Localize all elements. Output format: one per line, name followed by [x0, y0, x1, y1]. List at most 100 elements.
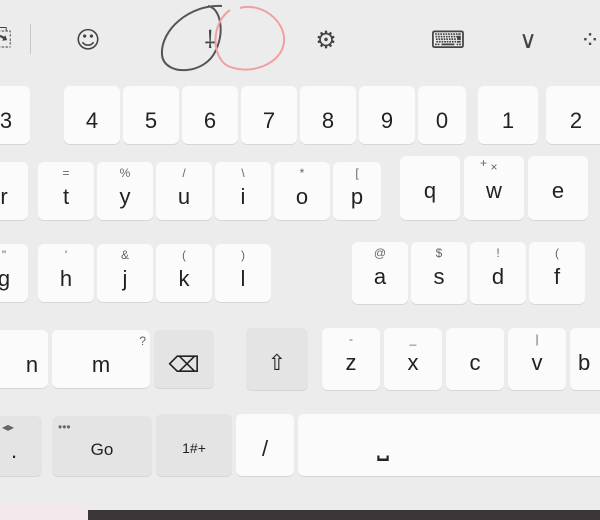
key-g[interactable]: " g [0, 244, 28, 302]
bottom-edge-bar [88, 510, 600, 520]
key-2[interactable]: 2 [546, 86, 600, 144]
key-label: 5 [144, 108, 158, 133]
key-7[interactable]: 7 [241, 86, 297, 144]
key-label: b [578, 350, 591, 375]
key-s[interactable]: $ s [411, 242, 467, 304]
key-r[interactable]: r [0, 162, 28, 220]
microphone-icon[interactable]: ⸸ [190, 25, 230, 55]
key-label: f [553, 264, 561, 289]
key-label: p [350, 184, 364, 209]
key-sublabel: " [1, 248, 7, 262]
key-4[interactable]: 4 [64, 86, 120, 144]
key-i[interactable]: \ i [215, 162, 271, 220]
key-label: 9 [380, 108, 394, 133]
key-9[interactable]: 9 [359, 86, 415, 144]
key-label: x [407, 350, 419, 375]
period-key[interactable]: ◂▸. [0, 416, 42, 476]
key-label: w [486, 178, 502, 203]
key-label: y [119, 184, 131, 209]
key-label: t [62, 184, 70, 209]
key-m[interactable]: ? m [52, 330, 150, 388]
key-q-sublabel: + [480, 156, 488, 170]
keyboard-layout-icon[interactable]: ⌨ [428, 25, 468, 55]
key-q[interactable]: q [400, 156, 460, 220]
keyboard-keys-area: 3 4 5 6 7 8 9 0 1 2 r = t % y / u \ i * o [p … [0, 78, 600, 520]
key-sublabel: \ [241, 166, 245, 180]
key-k[interactable]: (k [156, 244, 212, 302]
key-label: u [177, 184, 191, 209]
backspace-icon: ⌫ [168, 352, 200, 377]
key-label: i [240, 184, 246, 209]
key-sublabel: % [119, 166, 131, 180]
key-b[interactable]: b [570, 328, 600, 390]
clipboard-icon[interactable]: ⎘ [0, 22, 22, 52]
voice-typing-icon[interactable]: ⁘ [570, 25, 600, 55]
key-label: 8 [321, 108, 335, 133]
collapse-chevron-icon[interactable]: ∨ [508, 25, 548, 55]
go-label: Go [90, 440, 114, 459]
symbols-key[interactable]: 1#+ [156, 414, 232, 476]
key-label: 0 [435, 108, 449, 133]
key-label: 6 [203, 108, 217, 133]
bottom-left-strip [0, 505, 88, 520]
key-label: o [295, 184, 309, 209]
toolbar-divider [30, 24, 31, 54]
shift-icon: ⇧ [267, 350, 287, 375]
key-v[interactable]: | v [508, 328, 566, 390]
key-l[interactable]: ) l [215, 244, 271, 302]
key-p[interactable]: [p [333, 162, 381, 220]
key-z[interactable]: -z [322, 328, 380, 390]
key-label: 4 [85, 108, 99, 133]
key-f[interactable]: (f [529, 242, 585, 304]
key-j[interactable]: & j [97, 244, 153, 302]
shift-key[interactable]: ⇧ [246, 328, 308, 390]
key-d[interactable]: ! d [470, 242, 526, 304]
key-label: . [10, 438, 18, 463]
key-label: l [240, 266, 246, 291]
key-e[interactable]: e [528, 156, 588, 220]
key-h[interactable]: ' h [38, 244, 94, 302]
key-1[interactable]: 1 [478, 86, 538, 144]
key-sublabel: / [182, 166, 186, 180]
go-key[interactable]: ••• Go [52, 416, 152, 476]
key-c[interactable]: c [446, 328, 504, 390]
space-bar[interactable]: ⎵ [298, 414, 600, 476]
key-3[interactable]: 3 [0, 86, 30, 144]
key-t[interactable]: = t [38, 162, 94, 220]
key-sublabel: $ [435, 246, 443, 260]
key-label: 2 [569, 108, 583, 133]
key-w[interactable]: × w [464, 156, 524, 220]
key-sublabel: ( [182, 248, 186, 262]
key-label: v [531, 350, 543, 375]
key-x[interactable]: _ x [384, 328, 442, 390]
emoji-icon[interactable]: ☺ [68, 25, 108, 55]
key-sublabel: ( [555, 246, 559, 260]
key-6[interactable]: 6 [182, 86, 238, 144]
key-sublabel: & [120, 248, 129, 262]
key-0[interactable]: 0 [418, 86, 466, 144]
key-label: g [0, 266, 11, 291]
key-sublabel: _ [409, 332, 417, 346]
settings-gear-icon[interactable]: ⚙ [306, 25, 346, 55]
key-label: q [423, 178, 437, 203]
key-o[interactable]: * o [274, 162, 330, 220]
key-label: 7 [262, 108, 276, 133]
key-y[interactable]: % y [97, 162, 153, 220]
key-sublabel: @ [373, 246, 387, 260]
key-label: c [469, 350, 481, 375]
key-slash[interactable]: / [236, 414, 294, 476]
key-n[interactable]: n [0, 330, 48, 388]
symbols-label: 1#+ [182, 440, 206, 456]
key-label: 1 [501, 108, 515, 133]
key-sublabel: [ [355, 166, 359, 180]
key-5[interactable]: 5 [123, 86, 179, 144]
key-label: 3 [0, 108, 13, 133]
key-u[interactable]: / u [156, 162, 212, 220]
space-icon: ⎵ [377, 428, 389, 461]
key-8[interactable]: 8 [300, 86, 356, 144]
key-sublabel: | [535, 332, 539, 346]
key-label: h [59, 266, 73, 291]
key-a[interactable]: @ a [352, 242, 408, 304]
backspace-key[interactable]: ⌫ [154, 330, 214, 388]
key-label: d [491, 264, 505, 289]
